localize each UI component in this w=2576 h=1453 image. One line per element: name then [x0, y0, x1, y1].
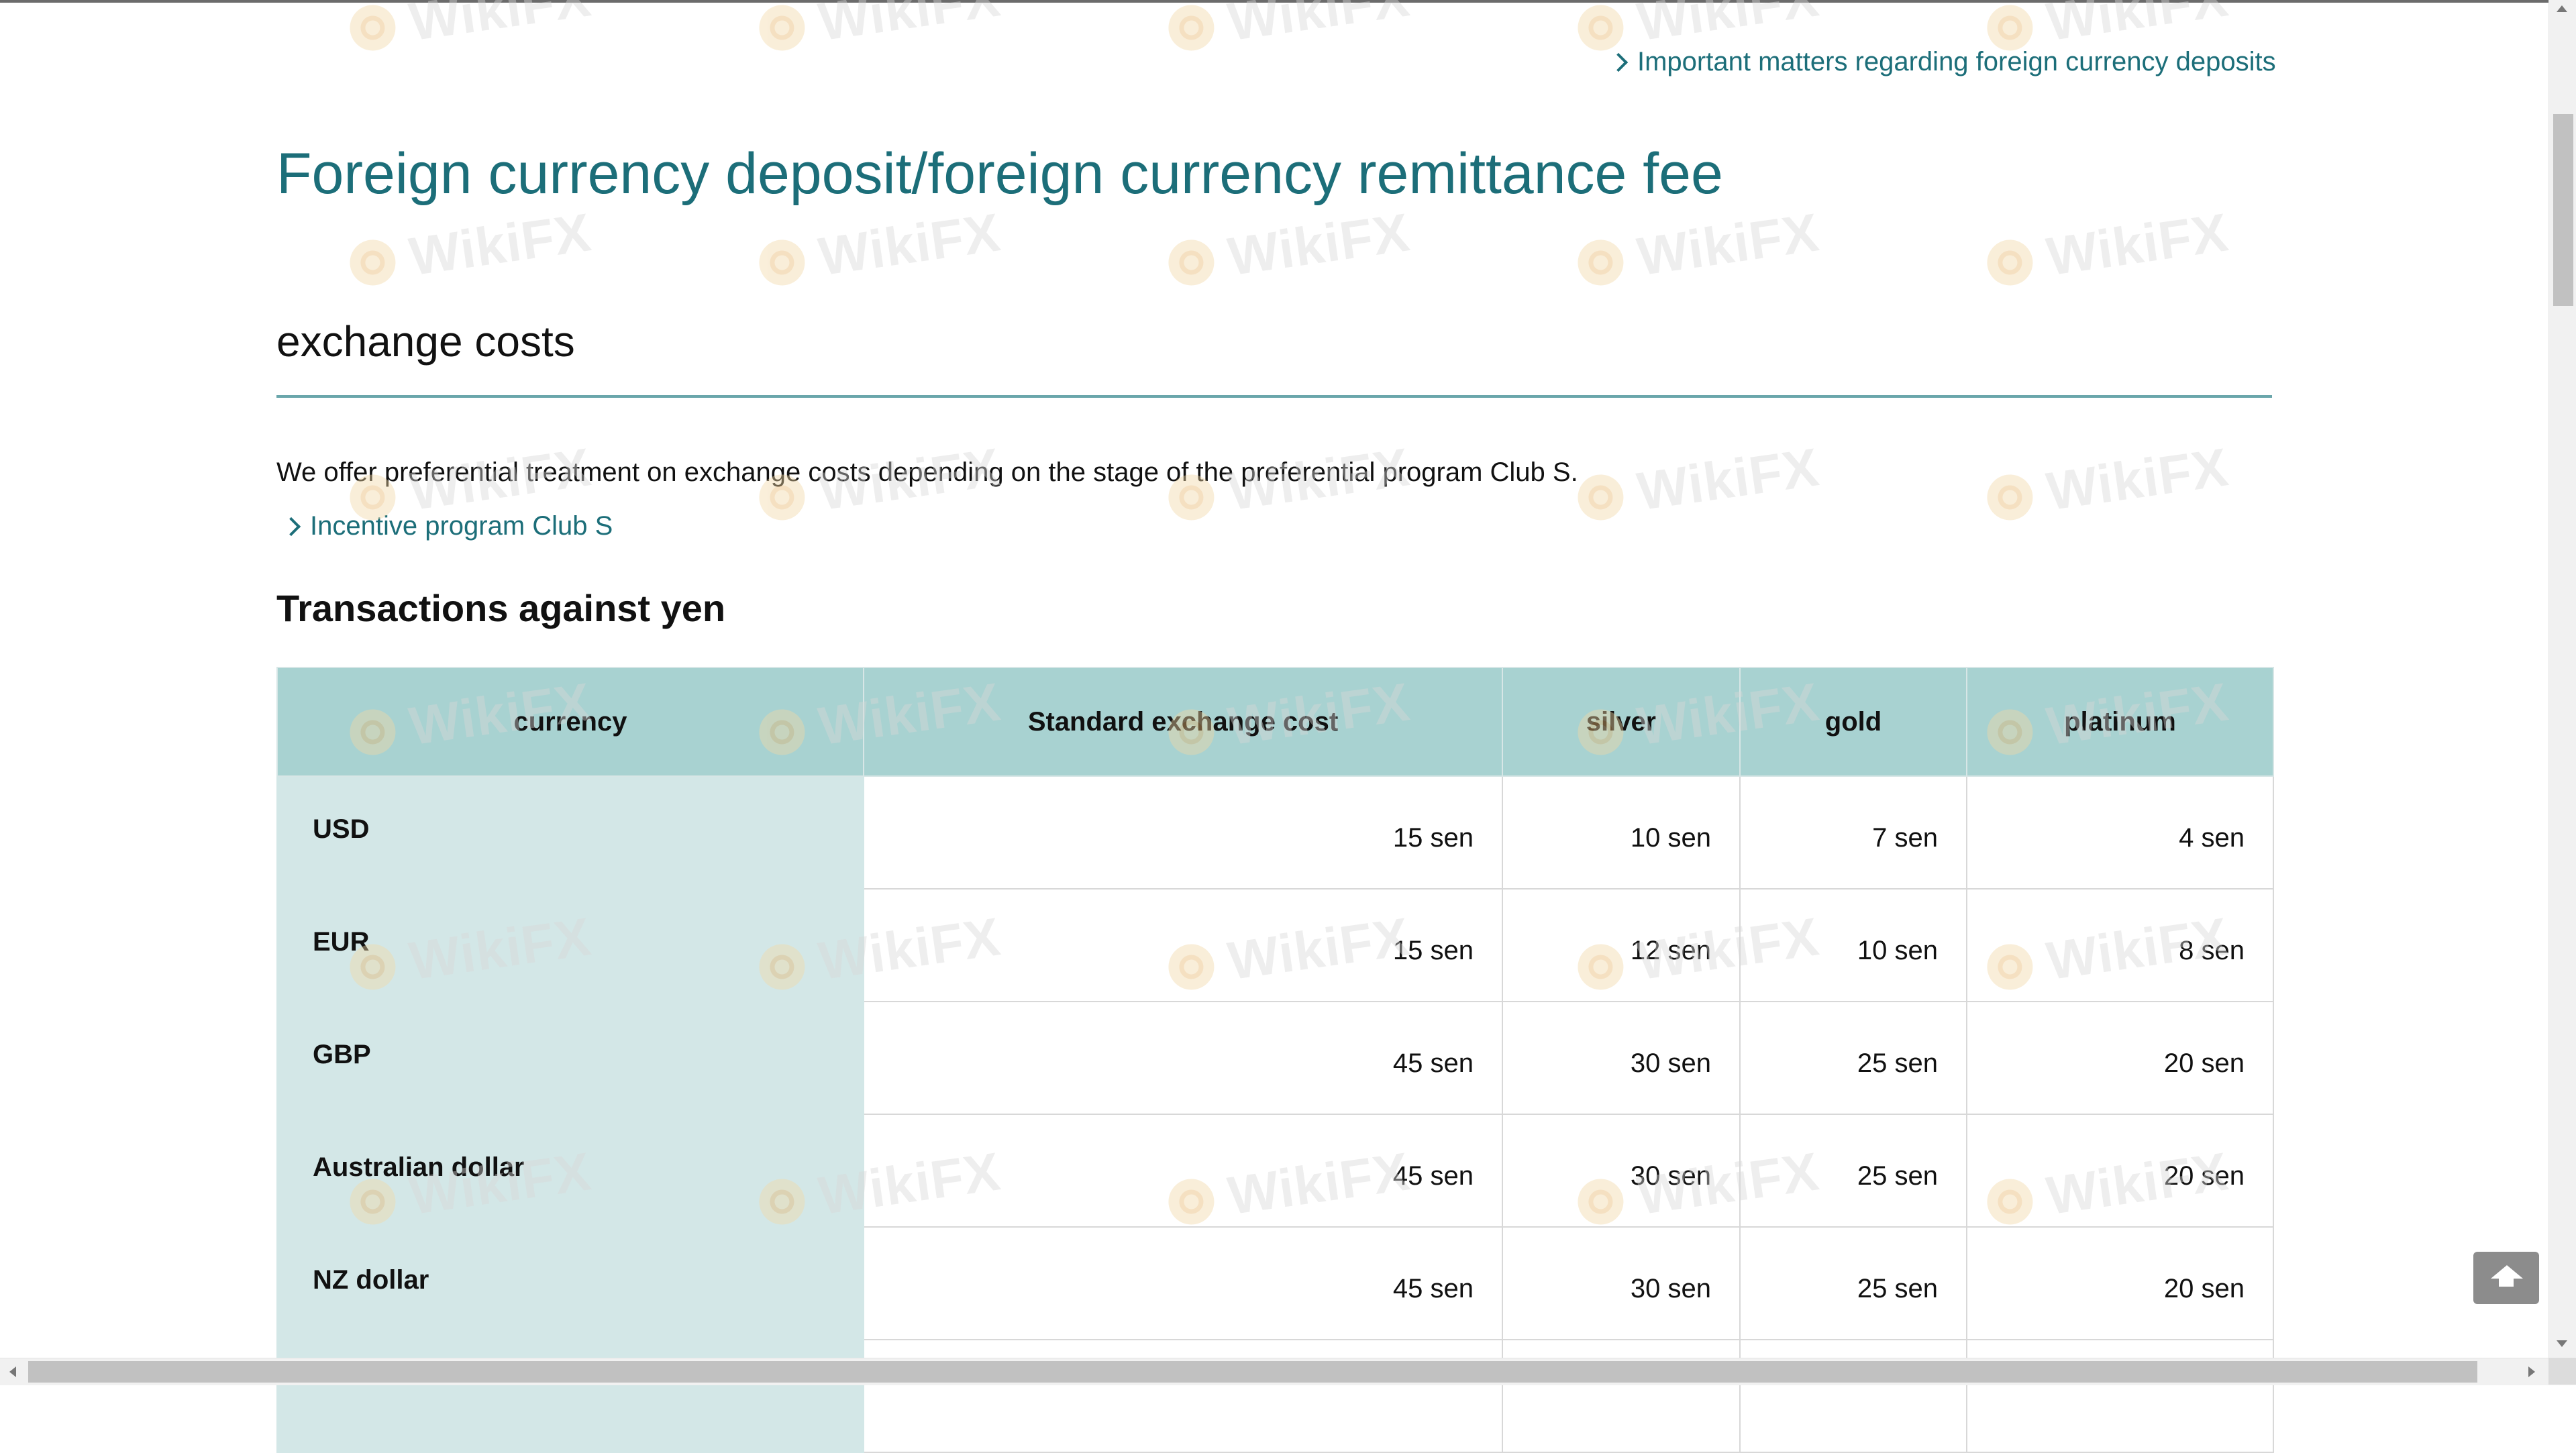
- watermark-text: WikiFX: [405, 202, 595, 287]
- watermark: WikiFX: [1983, 436, 2232, 531]
- scroll-right-arrow-icon[interactable]: [2528, 1366, 2535, 1377]
- table-row: USD 15 sen 10 sen 7 sen 4 sen: [276, 775, 2274, 890]
- table-row: EUR 15 sen 12 sen 10 sen 8 sen: [276, 888, 2274, 1002]
- watermark-text: WikiFX: [1224, 0, 1414, 52]
- platinum-cost-cell: 20 sen: [1966, 1114, 2274, 1228]
- vertical-scrollbar[interactable]: [2548, 0, 2576, 1358]
- watermark-text: WikiFX: [1224, 202, 1414, 287]
- currency-cell: NZ dollar: [276, 1226, 864, 1340]
- watermark-text: WikiFX: [2043, 202, 2232, 287]
- watermark-text: WikiFX: [1633, 202, 1823, 287]
- watermark: WikiFX: [1574, 201, 1822, 296]
- table-row: [276, 1339, 2274, 1453]
- standard-cost-cell: 45 sen: [863, 1114, 1503, 1228]
- column-header-gold: gold: [1739, 667, 1967, 777]
- gold-cost-cell: 25 sen: [1739, 1226, 1967, 1340]
- wikifx-logo-icon: [1575, 472, 1627, 523]
- watermark: WikiFX: [755, 0, 1004, 62]
- vertical-scrollbar-thumb[interactable]: [2553, 114, 2573, 306]
- wikifx-logo-icon: [1984, 2, 2036, 54]
- wikifx-logo-icon: [1984, 237, 2036, 288]
- section-title: exchange costs: [276, 317, 575, 366]
- watermark: WikiFX: [346, 201, 595, 296]
- silver-cost-cell: 10 sen: [1502, 775, 1741, 890]
- gold-cost-cell: 25 sen: [1739, 1114, 1967, 1228]
- column-header-platinum: platinum: [1966, 667, 2274, 777]
- column-header-standard: Standard exchange cost: [863, 667, 1503, 777]
- watermark: WikiFX: [1164, 201, 1413, 296]
- wikifx-logo-icon: [1166, 2, 1217, 54]
- wikifx-logo-icon: [756, 2, 808, 54]
- platinum-cost-cell: [1966, 1339, 2274, 1453]
- silver-cost-cell: 30 sen: [1502, 1001, 1741, 1115]
- scrollbar-corner: [2548, 1358, 2576, 1385]
- foreign-deposit-matters-link[interactable]: Important matters regarding foreign curr…: [1608, 47, 2548, 77]
- watermark: WikiFX: [1983, 201, 2232, 296]
- watermark: WikiFX: [1574, 436, 1822, 531]
- club-s-program-link[interactable]: Incentive program Club S: [281, 511, 613, 541]
- wikifx-logo-icon: [1575, 2, 1627, 54]
- back-to-top-button[interactable]: [2473, 1252, 2539, 1304]
- watermark-text: WikiFX: [1633, 0, 1823, 52]
- watermark-text: WikiFX: [815, 0, 1004, 52]
- wikifx-logo-icon: [1984, 472, 2036, 523]
- window-top-border: [0, 0, 2576, 3]
- section-divider: [276, 395, 2272, 398]
- gold-cost-cell: [1739, 1339, 1967, 1453]
- scroll-up-arrow-icon[interactable]: [2557, 5, 2567, 12]
- horizontal-scrollbar[interactable]: [0, 1358, 2576, 1385]
- wikifx-logo-icon: [1166, 237, 1217, 288]
- club-s-program-link-label: Incentive program Club S: [310, 511, 613, 541]
- wikifx-logo-icon: [1575, 237, 1627, 288]
- table-header-row: currency Standard exchange cost silver g…: [276, 667, 2274, 777]
- watermark-text: WikiFX: [815, 202, 1004, 287]
- gold-cost-cell: 10 sen: [1739, 888, 1967, 1002]
- wikifx-logo-icon: [347, 2, 399, 54]
- table-row: Australian dollar 45 sen 30 sen 25 sen 2…: [276, 1114, 2274, 1228]
- silver-cost-cell: 30 sen: [1502, 1226, 1741, 1340]
- currency-cell: [276, 1339, 864, 1453]
- platinum-cost-cell: 20 sen: [1966, 1226, 2274, 1340]
- chevron-right-icon: [1608, 52, 1629, 72]
- scroll-left-arrow-icon[interactable]: [9, 1366, 16, 1377]
- standard-cost-cell: 15 sen: [863, 888, 1503, 1002]
- silver-cost-cell: 12 sen: [1502, 888, 1741, 1002]
- subsection-title: Transactions against yen: [276, 587, 726, 629]
- currency-cell: GBP: [276, 1001, 864, 1115]
- watermark: WikiFX: [346, 0, 595, 62]
- currency-cell: USD: [276, 775, 864, 890]
- column-header-silver: silver: [1502, 667, 1741, 777]
- watermark-text: WikiFX: [1633, 437, 1823, 522]
- chevron-right-icon: [281, 517, 301, 536]
- watermark-text: WikiFX: [2043, 437, 2232, 522]
- scroll-down-arrow-icon[interactable]: [2557, 1340, 2567, 1347]
- currency-cell: Australian dollar: [276, 1114, 864, 1228]
- platinum-cost-cell: 8 sen: [1966, 888, 2274, 1002]
- horizontal-scrollbar-thumb[interactable]: [28, 1361, 2477, 1383]
- standard-cost-cell: [863, 1339, 1503, 1453]
- standard-cost-cell: 45 sen: [863, 1001, 1503, 1115]
- standard-cost-cell: 45 sen: [863, 1226, 1503, 1340]
- table-row: NZ dollar 45 sen 30 sen 25 sen 20 sen: [276, 1226, 2274, 1340]
- wikifx-logo-icon: [756, 237, 808, 288]
- page-title: Foreign currency deposit/foreign currenc…: [276, 142, 1723, 206]
- silver-cost-cell: 30 sen: [1502, 1114, 1741, 1228]
- intro-text: We offer preferential treatment on excha…: [276, 458, 1578, 487]
- exchange-cost-table: currency Standard exchange cost silver g…: [276, 667, 2274, 1453]
- watermark-text: WikiFX: [405, 0, 595, 52]
- currency-cell: EUR: [276, 888, 864, 1002]
- table-row: GBP 45 sen 30 sen 25 sen 20 sen: [276, 1001, 2274, 1115]
- watermark: WikiFX: [1164, 0, 1413, 62]
- platinum-cost-cell: 20 sen: [1966, 1001, 2274, 1115]
- platinum-cost-cell: 4 sen: [1966, 775, 2274, 890]
- wikifx-logo-icon: [347, 237, 399, 288]
- column-header-currency: currency: [276, 667, 864, 777]
- watermark: WikiFX: [755, 201, 1004, 296]
- gold-cost-cell: 25 sen: [1739, 1001, 1967, 1115]
- watermark-text: WikiFX: [2043, 0, 2232, 52]
- silver-cost-cell: [1502, 1339, 1741, 1453]
- standard-cost-cell: 15 sen: [863, 775, 1503, 890]
- gold-cost-cell: 7 sen: [1739, 775, 1967, 890]
- foreign-deposit-matters-link-label: Important matters regarding foreign curr…: [1637, 47, 2276, 76]
